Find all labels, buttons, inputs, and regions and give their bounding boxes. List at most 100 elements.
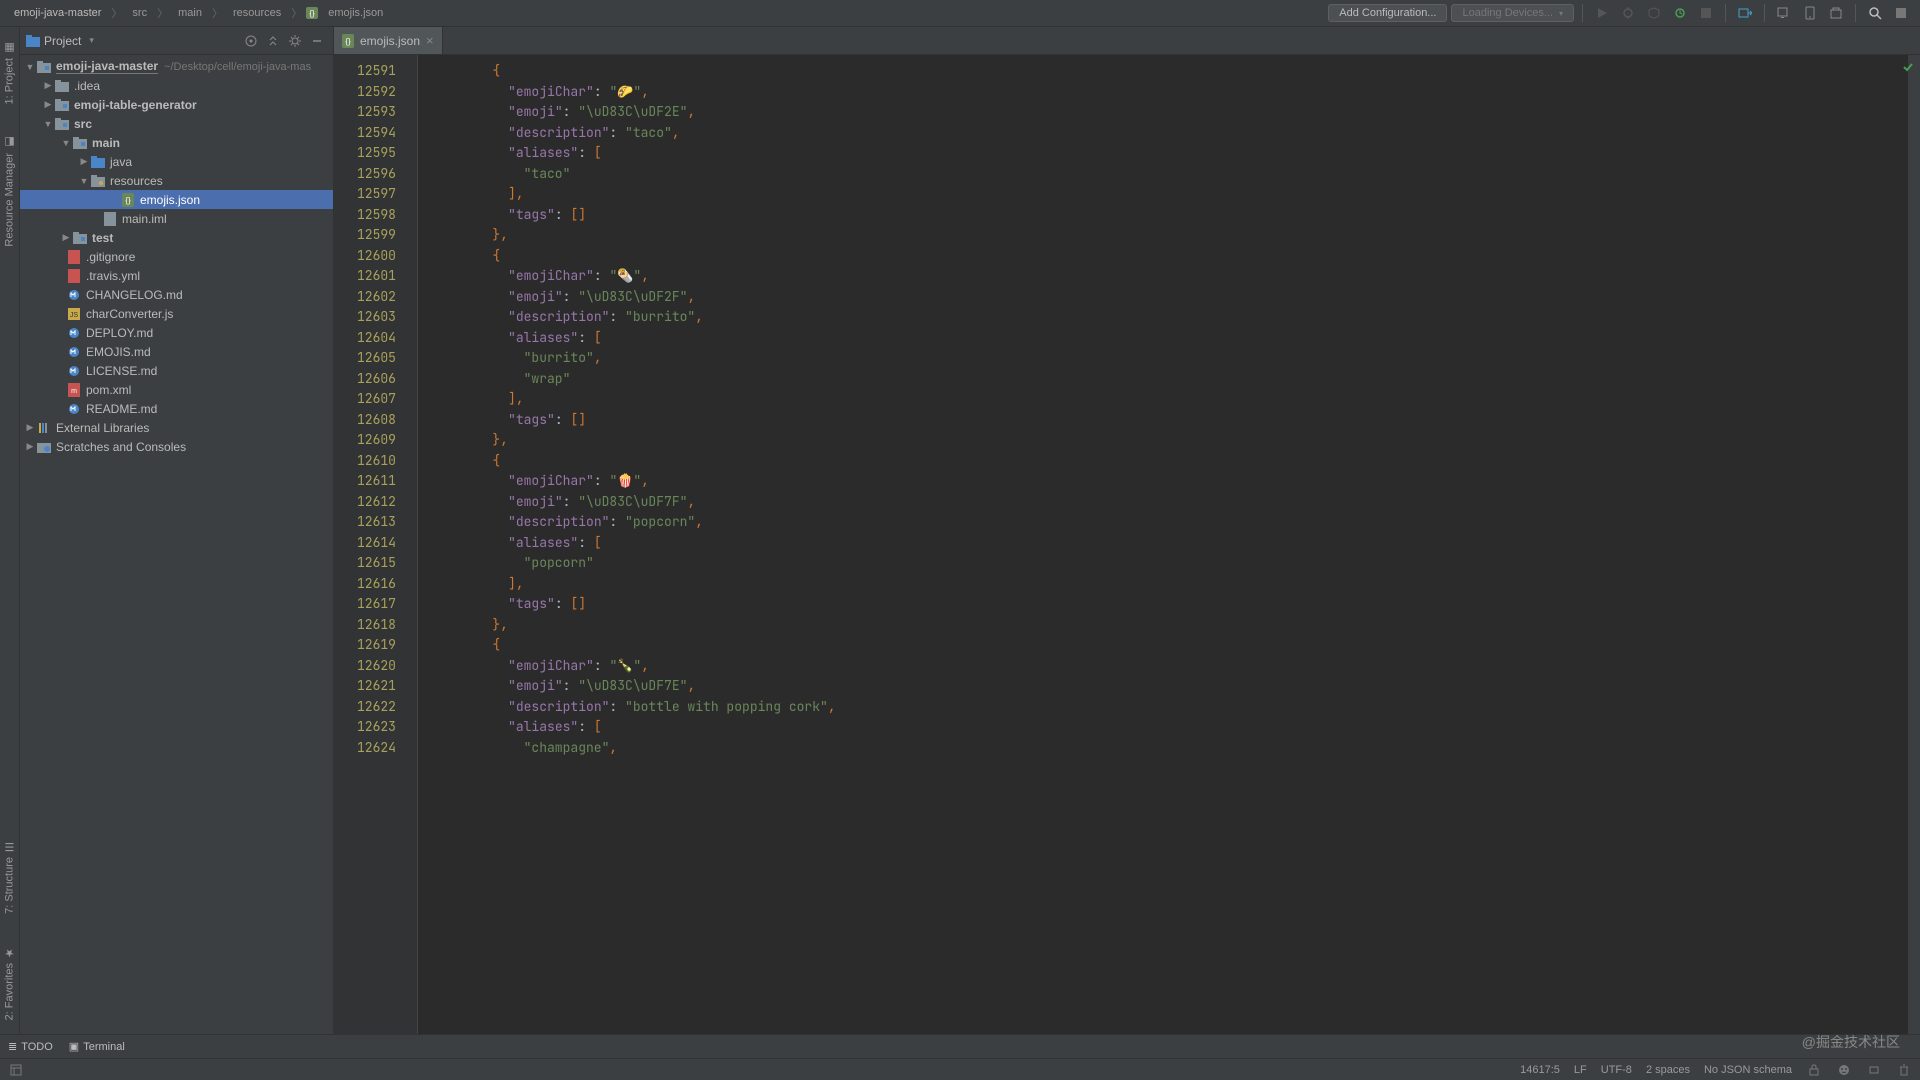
tree-file[interactable]: ▶ EMOJIS.md — [20, 342, 333, 361]
tree-folder[interactable]: ▶ java — [20, 152, 333, 171]
avd-manager-icon[interactable] — [1773, 2, 1795, 24]
project-tree[interactable]: ▼ emoji-java-master ~/Desktop/cell/emoji… — [20, 55, 333, 1034]
fold-gutter[interactable] — [404, 55, 418, 1034]
chevron-right-icon[interactable]: ▶ — [24, 422, 36, 433]
collapse-all-icon[interactable] — [263, 31, 283, 51]
structure-tab[interactable]: 7: Structure ☰ — [1, 834, 18, 920]
chevron-right-icon[interactable]: ▶ — [78, 156, 90, 167]
tree-file[interactable]: ▶ JS charConverter.js — [20, 304, 333, 323]
project-view-selector[interactable]: Project ▾ — [26, 34, 94, 48]
tree-file[interactable]: ▶ DEPLOY.md — [20, 323, 333, 342]
chevron-down-icon[interactable]: ▼ — [78, 176, 90, 186]
breadcrumb-item[interactable]: resources — [227, 5, 287, 21]
inspection-icon[interactable] — [1836, 1062, 1852, 1078]
coverage-icon[interactable] — [1643, 2, 1665, 24]
profiler-icon[interactable] — [1669, 2, 1691, 24]
trash-icon[interactable] — [1896, 1062, 1912, 1078]
tree-file[interactable]: ▶ LICENSE.md — [20, 361, 333, 380]
tree-file[interactable]: ▶ main.iml — [20, 209, 333, 228]
tree-file[interactable]: ▶ .gitignore — [20, 247, 333, 266]
folder-name: test — [92, 231, 113, 245]
attach-process-icon[interactable] — [1734, 2, 1756, 24]
tree-root[interactable]: ▼ emoji-java-master ~/Desktop/cell/emoji… — [20, 57, 333, 76]
breadcrumb-item[interactable]: src — [126, 5, 153, 21]
folder-icon — [54, 78, 70, 94]
chevron-right-icon[interactable]: ▶ — [42, 80, 54, 91]
editor-body[interactable]: 12591 12592 12593 12594 12595 12596 1259… — [334, 55, 1920, 1034]
file-name: pom.xml — [86, 383, 131, 397]
chevron-down-icon[interactable]: ▼ — [60, 138, 72, 148]
breadcrumb-root[interactable]: emoji-java-master — [8, 5, 107, 21]
chevron-down-icon[interactable]: ▼ — [24, 62, 36, 72]
tree-folder[interactable]: ▼ src — [20, 114, 333, 133]
search-icon[interactable] — [1864, 2, 1886, 24]
svg-text:{}: {} — [310, 9, 316, 18]
error-stripe[interactable] — [1908, 55, 1920, 1034]
status-bar: 14617:5 LF UTF-8 2 spaces No JSON schema — [0, 1058, 1920, 1080]
folder-icon — [26, 35, 40, 47]
run-icon[interactable] — [1591, 2, 1613, 24]
project-panel-header: Project ▾ — [20, 27, 333, 55]
chevron-right-icon[interactable]: ▶ — [42, 99, 54, 110]
markdown-icon — [66, 344, 82, 360]
device-label: Loading Devices... — [1462, 7, 1553, 19]
hide-icon[interactable] — [307, 31, 327, 51]
favorites-tab[interactable]: 2: Favorites ★ — [1, 940, 18, 1026]
indent[interactable]: 2 spaces — [1646, 1064, 1690, 1076]
file-name: .gitignore — [86, 250, 135, 264]
tree-folder[interactable]: ▶ test — [20, 228, 333, 247]
close-icon[interactable]: × — [426, 33, 434, 48]
json-schema[interactable]: No JSON schema — [1704, 1064, 1792, 1076]
sdk-manager-icon[interactable] — [1825, 2, 1847, 24]
gear-icon[interactable] — [285, 31, 305, 51]
breadcrumb-file[interactable]: emojis.json — [322, 5, 389, 21]
js-icon: JS — [66, 306, 82, 322]
code-content[interactable]: { "emojiChar": "🌮", "emoji": "\uD83C\uDF… — [418, 55, 1908, 1034]
cursor-position[interactable]: 14617:5 — [1520, 1064, 1560, 1076]
chevron-down-icon: ▾ — [89, 35, 94, 46]
maven-icon: m — [66, 382, 82, 398]
add-configuration-button[interactable]: Add Configuration... — [1328, 4, 1447, 22]
tree-folder[interactable]: ▶ emoji-table-generator — [20, 95, 333, 114]
chevron-right-icon[interactable]: ▶ — [24, 441, 36, 452]
tree-file[interactable]: ▶ README.md — [20, 399, 333, 418]
resource-manager-tab[interactable]: Resource Manager ◧ — [1, 130, 18, 253]
resources-folder-icon — [90, 173, 106, 189]
editor-tab[interactable]: {} emojis.json × — [334, 27, 443, 54]
tree-file[interactable]: ▶ CHANGELOG.md — [20, 285, 333, 304]
chevron-right-icon[interactable]: ▶ — [60, 232, 72, 243]
module-icon — [72, 135, 88, 151]
device-manager-icon[interactable] — [1799, 2, 1821, 24]
tree-external-libs[interactable]: ▶ External Libraries — [20, 418, 333, 437]
encoding[interactable]: UTF-8 — [1601, 1064, 1632, 1076]
editor-area: {} emojis.json × 12591 12592 12593 12594… — [334, 27, 1920, 1034]
tree-scratches[interactable]: ▶ Scratches and Consoles — [20, 437, 333, 456]
debug-icon[interactable] — [1617, 2, 1639, 24]
memory-icon[interactable] — [1866, 1062, 1882, 1078]
line-ending[interactable]: LF — [1574, 1064, 1587, 1076]
stop-icon[interactable] — [1695, 2, 1717, 24]
tool-windows-icon[interactable] — [8, 1062, 24, 1078]
project-tool-tab[interactable]: 1: Project ▦ — [1, 35, 18, 110]
tree-folder[interactable]: ▶ .idea — [20, 76, 333, 95]
todo-tab[interactable]: ≣ TODO — [8, 1040, 53, 1053]
device-selector[interactable]: Loading Devices... ▾ — [1451, 4, 1574, 22]
tree-folder[interactable]: ▼ resources — [20, 171, 333, 190]
tree-file[interactable]: ▶ .travis.yml — [20, 266, 333, 285]
lock-icon[interactable] — [1806, 1062, 1822, 1078]
svg-text:{}: {} — [345, 37, 351, 46]
markdown-icon — [66, 325, 82, 341]
resource-icon: ◧ — [3, 136, 16, 149]
locate-icon[interactable] — [241, 31, 261, 51]
inspection-ok-icon[interactable] — [1902, 61, 1914, 73]
file-name: README.md — [86, 402, 157, 416]
tree-file[interactable]: ▶ m pom.xml — [20, 380, 333, 399]
terminal-tab[interactable]: ▣ Terminal — [69, 1040, 125, 1053]
tree-folder[interactable]: ▼ main — [20, 133, 333, 152]
chevron-down-icon[interactable]: ▼ — [42, 119, 54, 129]
tree-file-selected[interactable]: ▶ {} emojis.json — [20, 190, 333, 209]
settings-icon[interactable] — [1890, 2, 1912, 24]
resource-manager-label: Resource Manager — [4, 153, 16, 247]
folder-name: java — [110, 155, 132, 169]
breadcrumb-item[interactable]: main — [172, 5, 208, 21]
